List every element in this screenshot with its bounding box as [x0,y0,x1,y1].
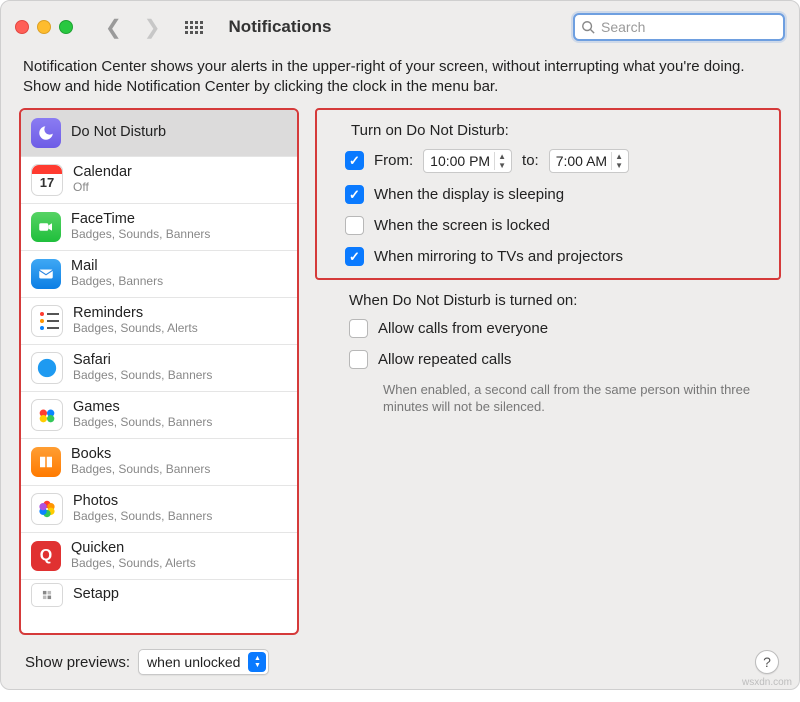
app-sub: Badges, Sounds, Banners [71,228,210,242]
checkbox-allow-everyone[interactable] [349,319,368,338]
books-icon [31,447,61,477]
dnd-opt-mirroring: When mirroring to TVs and projectors [345,247,765,266]
dnd-from-to-row: From: 10:00 PM ▲▼ to: 7:00 AM ▲▼ [345,149,765,173]
window-title: Notifications [229,17,332,37]
app-sub: Badges, Sounds, Alerts [73,322,198,336]
sidebar-item-games[interactable]: GamesBadges, Sounds, Banners [21,392,297,439]
app-sub: Badges, Banners [71,275,163,289]
back-button[interactable]: ❮ [105,15,122,40]
app-name: Safari [73,352,212,369]
dnd-opt-display-sleeping: When the display is sleeping [345,185,765,204]
opt-label: Allow repeated calls [378,351,511,368]
sidebar-item-facetime[interactable]: FaceTimeBadges, Sounds, Banners [21,204,297,251]
app-sub: Badges, Sounds, Banners [71,463,210,477]
sidebar-item-do-not-disturb[interactable]: Do Not Disturb [21,110,297,157]
sidebar-item-quicken[interactable]: Q QuickenBadges, Sounds, Alerts [21,533,297,580]
app-name: Books [71,446,210,463]
when-on-group: When Do Not Disturb is turned on: Allow … [315,292,781,416]
chevron-updown-icon: ▲▼ [248,652,266,672]
detail-pane: Turn on Do Not Disturb: From: 10:00 PM ▲… [315,108,781,636]
app-name: Quicken [71,540,196,557]
footer: Show previews: when unlocked ▲▼ ? [1,641,799,689]
games-icon [31,399,63,431]
safari-icon [31,352,63,384]
app-list: Do Not Disturb 17 CalendarOff FaceTimeBa… [19,108,299,636]
mail-icon [31,259,61,289]
nav-buttons: ❮ ❯ [105,15,161,40]
sidebar-item-calendar[interactable]: 17 CalendarOff [21,157,297,204]
sidebar-item-books[interactable]: BooksBadges, Sounds, Banners [21,439,297,486]
sidebar-item-safari[interactable]: SafariBadges, Sounds, Banners [21,345,297,392]
to-time-value: 7:00 AM [556,153,607,169]
when-on-heading: When Do Not Disturb is turned on: [349,292,781,309]
sidebar-item-setapp[interactable]: Setapp [21,580,297,610]
sidebar-item-reminders[interactable]: RemindersBadges, Sounds, Alerts [21,298,297,345]
reminders-icon [31,305,63,337]
app-name: FaceTime [71,211,210,228]
show-previews-label: Show previews: [25,654,130,671]
dnd-schedule-group: Turn on Do Not Disturb: From: 10:00 PM ▲… [315,108,781,280]
preferences-window: ❮ ❯ Notifications Notification Center sh… [0,0,800,690]
search-field[interactable] [573,13,785,41]
help-button[interactable]: ? [755,650,779,674]
checkbox-allow-repeated[interactable] [349,350,368,369]
sidebar-item-mail[interactable]: MailBadges, Banners [21,251,297,298]
show-previews-select[interactable]: when unlocked ▲▼ [138,649,269,675]
app-name: Photos [73,493,212,510]
repeated-hint: When enabled, a second call from the sam… [383,381,763,416]
search-icon [581,20,595,34]
checkbox-screen-locked[interactable] [345,216,364,235]
checkbox-mirroring[interactable] [345,247,364,266]
main-area: Do Not Disturb 17 CalendarOff FaceTimeBa… [1,108,799,642]
app-name: Mail [71,258,163,275]
watermark: wsxdn.com [742,677,792,688]
checkbox-display-sleeping[interactable] [345,185,364,204]
app-name: Setapp [73,586,119,603]
photos-icon [31,493,63,525]
calendar-icon: 17 [31,164,63,196]
from-stepper[interactable]: ▲▼ [494,152,509,170]
app-sub: Badges, Sounds, Banners [73,510,212,524]
opt-label: When mirroring to TVs and projectors [374,248,623,265]
forward-button[interactable]: ❯ [144,15,161,40]
quicken-icon: Q [31,541,61,571]
search-input[interactable] [599,18,777,36]
intro-text: Notification Center shows your alerts in… [1,53,799,108]
app-sub: Badges, Sounds, Banners [73,369,212,383]
moon-icon [31,118,61,148]
dnd-opt-screen-locked: When the screen is locked [345,216,765,235]
zoom-window-button[interactable] [59,20,73,34]
sidebar-item-photos[interactable]: PhotosBadges, Sounds, Banners [21,486,297,533]
opt-allow-everyone: Allow calls from everyone [349,319,781,338]
from-checkbox[interactable] [345,151,364,170]
from-time-value: 10:00 PM [430,153,490,169]
minimize-window-button[interactable] [37,20,51,34]
to-label: to: [522,152,539,169]
app-sub: Badges, Sounds, Alerts [71,557,196,571]
opt-label: When the display is sleeping [374,186,564,203]
opt-allow-repeated: Allow repeated calls [349,350,781,369]
toolbar: ❮ ❯ Notifications [1,1,799,53]
close-window-button[interactable] [15,20,29,34]
show-previews-value: when unlocked [147,654,240,670]
setapp-icon [31,583,63,607]
from-label: From: [374,152,413,169]
to-stepper[interactable]: ▲▼ [611,152,626,170]
app-name: Do Not Disturb [71,124,166,141]
facetime-icon [31,212,61,242]
from-time-field[interactable]: 10:00 PM ▲▼ [423,149,512,173]
to-time-field[interactable]: 7:00 AM ▲▼ [549,149,629,173]
app-sub: Off [73,181,132,195]
show-all-button[interactable] [185,21,203,34]
app-name: Games [73,399,212,416]
app-name: Reminders [73,305,198,322]
dnd-heading: Turn on Do Not Disturb: [351,122,765,139]
opt-label: Allow calls from everyone [378,320,548,337]
app-sub: Badges, Sounds, Banners [73,416,212,430]
app-name: Calendar [73,164,132,181]
window-controls [15,20,73,34]
opt-label: When the screen is locked [374,217,550,234]
